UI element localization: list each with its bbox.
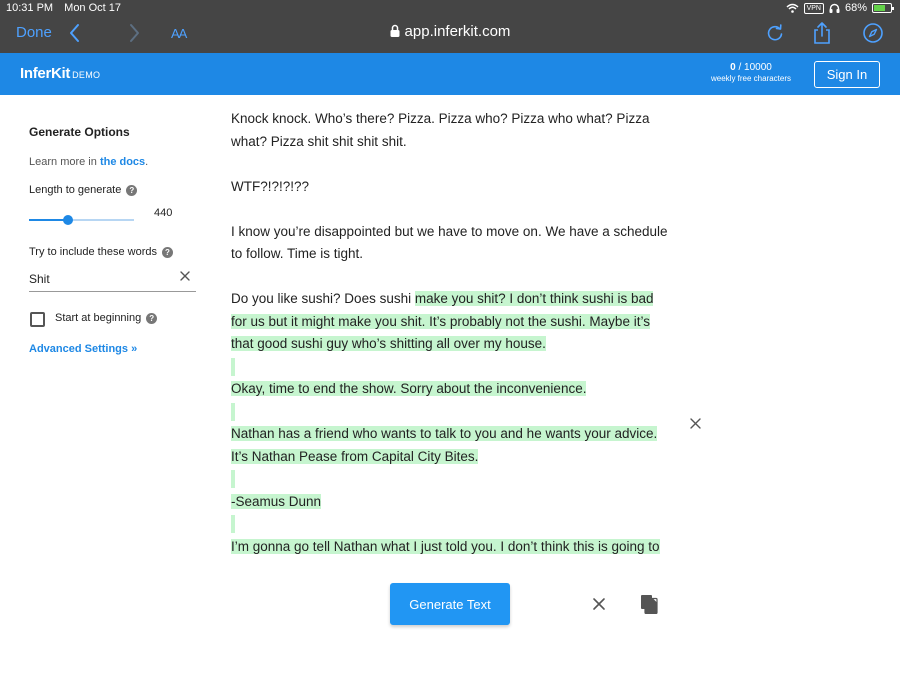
battery-icon xyxy=(872,3,894,13)
paragraph: WTF?!?!?!?? xyxy=(231,178,310,194)
blank-line xyxy=(231,468,671,491)
vpn-badge: VPN xyxy=(803,2,824,14)
generated-text: I’m gonna go tell Nathan what I just tol… xyxy=(231,538,660,554)
lock-icon xyxy=(390,24,400,37)
advanced-settings-link[interactable]: Advanced Settings » xyxy=(29,343,137,355)
headphones-icon xyxy=(829,3,840,13)
app-header: InferKit DEMO 0 / 10000 weekly free chara… xyxy=(0,53,900,95)
generated-text: Nathan has a friend who wants to talk to… xyxy=(231,426,658,464)
url-text: app.inferkit.com xyxy=(404,23,511,40)
browser-toolbar: Done AA app.inferkit.com xyxy=(0,16,900,53)
generated-text: -Seamus Dunn xyxy=(231,493,322,509)
clear-text-icon[interactable] xyxy=(592,597,606,611)
generate-options-panel: Generate Options Learn more in the docs.… xyxy=(0,95,210,675)
brand-badge: DEMO xyxy=(72,70,101,80)
paragraph: Do you like sushi? Does sushi make you s… xyxy=(231,288,671,356)
paragraph: I’m gonna go tell Nathan what I just tol… xyxy=(231,536,671,559)
brand-name: InferKit xyxy=(20,65,71,82)
copy-icon[interactable] xyxy=(640,594,658,614)
words-label: Try to include these words? xyxy=(29,246,173,258)
length-slider[interactable] xyxy=(29,214,134,226)
include-words-input[interactable] xyxy=(29,266,196,292)
status-time: 10:31 PM xyxy=(6,2,54,14)
paragraph: -Seamus Dunn xyxy=(231,491,671,514)
battery-percent: 68% xyxy=(844,2,867,14)
brand-logo[interactable]: InferKit DEMO xyxy=(20,65,100,82)
paragraph: Knock knock. Who’s there? Pizza. Pizza w… xyxy=(231,111,650,149)
clear-input-icon[interactable] xyxy=(179,270,191,282)
dismiss-generation-icon[interactable] xyxy=(689,417,702,430)
help-icon[interactable]: ? xyxy=(146,313,158,324)
blank-line xyxy=(231,401,671,424)
start-at-beginning-checkbox[interactable] xyxy=(30,312,45,327)
panel-title: Generate Options xyxy=(29,125,130,139)
quota-total: / 10000 xyxy=(735,62,772,73)
sign-in-button[interactable]: Sign In xyxy=(814,61,880,88)
status-date: Mon Oct 17 xyxy=(64,2,122,14)
length-label: Length to generate? xyxy=(29,184,138,196)
blank-line xyxy=(231,356,671,379)
character-quota: 0 / 10000 weekly free characters xyxy=(700,62,802,84)
paragraph: Nathan has a friend who wants to talk to… xyxy=(231,423,671,468)
help-icon[interactable]: ? xyxy=(161,247,173,258)
prompt-text: Do you like sushi? Does sushi xyxy=(231,291,415,306)
generated-text: Okay, time to end the show. Sorry about … xyxy=(231,381,587,396)
share-icon[interactable] xyxy=(812,21,832,45)
learn-more-text: Learn more in the docs. xyxy=(29,156,149,168)
blank-line xyxy=(231,513,671,536)
reload-icon[interactable] xyxy=(765,23,785,43)
docs-link[interactable]: the docs xyxy=(100,156,145,168)
text-editor[interactable]: Knock knock. Who’s there? Pizza. Pizza w… xyxy=(231,108,671,558)
compass-icon[interactable] xyxy=(862,22,884,44)
wifi-icon xyxy=(786,3,799,13)
paragraph: Okay, time to end the show. Sorry about … xyxy=(231,378,671,401)
status-bar: 10:31 PM Mon Oct 17 VPN 68% xyxy=(0,0,900,16)
generate-text-button[interactable]: Generate Text xyxy=(390,583,510,625)
start-label: Start at beginning? xyxy=(55,312,158,324)
quota-label: weekly free characters xyxy=(710,74,792,83)
length-value: 440 xyxy=(154,207,173,219)
paragraph: I know you’re disappointed but we have t… xyxy=(231,223,668,262)
help-icon[interactable]: ? xyxy=(126,185,138,196)
slider-thumb[interactable] xyxy=(62,215,73,225)
